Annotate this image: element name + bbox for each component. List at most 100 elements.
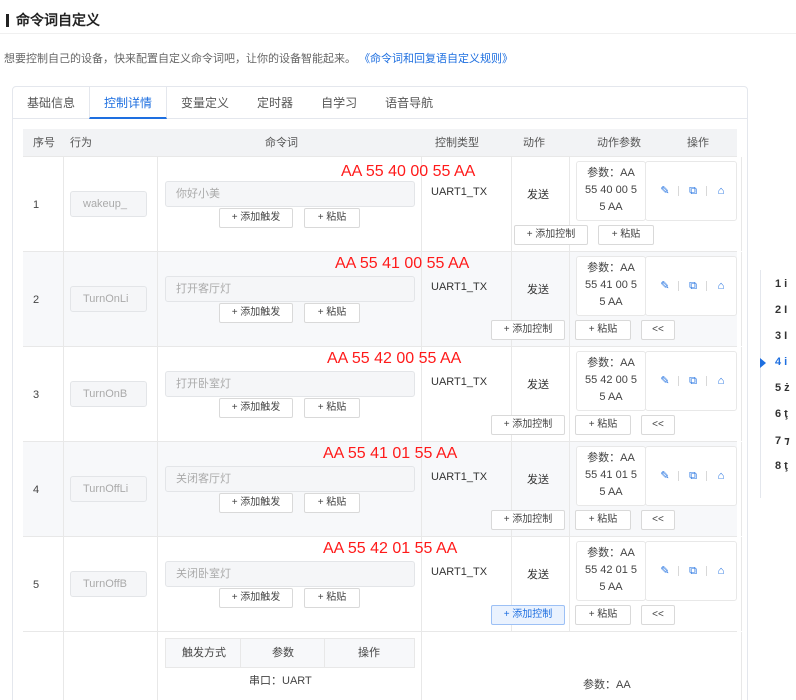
outline-item-1[interactable]: 1 i — [775, 278, 787, 290]
paste-trigger-button[interactable]: + 粘贴 — [304, 493, 360, 513]
behavior-field[interactable]: TurnOffLi — [70, 476, 147, 502]
delete-icon[interactable]: ⌂ — [714, 184, 728, 198]
behavior-field[interactable]: TurnOnLi — [70, 286, 147, 312]
param-line: 参数：AA — [587, 167, 635, 179]
content-card: 基础信息 控制详情 变量定义 定时器 自学习 语音导航 序号 行为 命令词 控制类型 动作… — [12, 86, 748, 700]
edit-icon[interactable]: ✎ — [658, 564, 672, 578]
column-divider — [741, 632, 742, 700]
param-line: 5 AA — [599, 296, 623, 308]
add-control-button[interactable]: + 添加控制 — [514, 225, 588, 245]
edit-icon[interactable]: ✎ — [658, 469, 672, 483]
tab-2[interactable]: 变量定义 — [167, 87, 243, 119]
add-trigger-button[interactable]: + 添加触发 — [219, 493, 293, 513]
icon-separator — [706, 186, 707, 196]
edit-icon[interactable]: ✎ — [658, 184, 672, 198]
paste-control-button[interactable]: + 粘贴 — [575, 605, 631, 625]
add-trigger-button[interactable]: + 添加触发 — [219, 588, 293, 608]
column-divider — [421, 632, 422, 700]
outline-item-6[interactable]: 6 ţ — [775, 408, 788, 420]
header-no: 序号 — [33, 137, 55, 149]
behavior-field[interactable]: TurnOnB — [70, 381, 147, 407]
top-bar — [0, 0, 796, 34]
column-divider — [741, 157, 742, 251]
behavior-field[interactable]: TurnOffB — [70, 571, 147, 597]
column-divider — [569, 537, 570, 631]
add-trigger-button[interactable]: + 添加触发 — [219, 398, 293, 418]
command-field[interactable]: 关闭卧室灯 — [165, 561, 415, 587]
operations-box: ✎ ⧉ ⌂ — [645, 256, 737, 316]
row-number: 5 — [33, 579, 40, 591]
tab-0[interactable]: 基础信息 — [13, 87, 89, 119]
add-trigger-button[interactable]: + 添加触发 — [219, 208, 293, 228]
outline-item-2[interactable]: 2 I — [775, 304, 787, 316]
add-control-button[interactable]: + 添加控制 — [491, 605, 565, 625]
command-field[interactable]: 打开卧室灯 — [165, 371, 415, 397]
outline-item-5[interactable]: 5 ż — [775, 382, 790, 394]
outline-item-3[interactable]: 3 I — [775, 330, 787, 342]
edit-icon[interactable]: ✎ — [658, 374, 672, 388]
param-line: 参数：AA — [587, 547, 635, 559]
outline-item-8[interactable]: 8 ţ — [775, 460, 788, 472]
collapse-button[interactable]: << — [641, 415, 675, 435]
copy-icon[interactable]: ⧉ — [686, 184, 700, 198]
tab-5[interactable]: 语音导航 — [371, 87, 447, 119]
copy-icon[interactable]: ⧉ — [686, 374, 700, 388]
collapse-button[interactable]: << — [641, 510, 675, 530]
delete-icon[interactable]: ⌂ — [714, 564, 728, 578]
rules-link[interactable]: 《命令词和回复语自定义规则》 — [359, 53, 513, 65]
add-control-button[interactable]: + 添加控制 — [491, 415, 565, 435]
copy-icon[interactable]: ⧉ — [686, 469, 700, 483]
delete-icon[interactable]: ⌂ — [714, 374, 728, 388]
paste-control-button[interactable]: + 粘贴 — [575, 415, 631, 435]
icon-separator — [678, 186, 679, 196]
column-divider — [569, 347, 570, 441]
paste-control-button[interactable]: + 粘贴 — [575, 320, 631, 340]
collapse-button[interactable]: << — [641, 320, 675, 340]
operations-box: ✎ ⧉ ⌂ — [645, 446, 737, 506]
outline-item-7[interactable]: 7 ⁊ — [775, 434, 790, 447]
icon-separator — [706, 281, 707, 291]
command-field[interactable]: 打开客厅灯 — [165, 276, 415, 302]
behavior-field[interactable]: wakeup_ — [70, 191, 147, 217]
active-indicator-icon — [760, 358, 766, 368]
paste-trigger-button[interactable]: + 粘贴 — [304, 398, 360, 418]
paste-control-button[interactable]: + 粘贴 — [575, 510, 631, 530]
collapse-button[interactable]: << — [641, 605, 675, 625]
partial-port: 串口：UART — [249, 675, 312, 687]
icon-separator — [678, 281, 679, 291]
action-type: 发送 — [527, 474, 549, 486]
header-act: 动作 — [523, 137, 545, 149]
hex-annotation: AA 55 40 00 55 AA — [341, 163, 476, 180]
operations-box: ✎ ⧉ ⌂ — [645, 351, 737, 411]
delete-icon[interactable]: ⌂ — [714, 279, 728, 293]
param-line: 55 42 01 5 — [585, 564, 637, 576]
column-divider — [63, 632, 64, 700]
command-field[interactable]: 你好小美 — [165, 181, 415, 207]
icon-separator — [706, 376, 707, 386]
paste-control-button[interactable]: + 粘贴 — [598, 225, 654, 245]
operations-box: ✎ ⧉ ⌂ — [645, 541, 737, 601]
tab-4[interactable]: 自学习 — [307, 87, 371, 119]
paste-trigger-button[interactable]: + 粘贴 — [304, 208, 360, 228]
action-type: 发送 — [527, 284, 549, 296]
control-type: UART1_TX — [431, 281, 488, 293]
column-divider — [240, 639, 241, 667]
column-divider — [741, 347, 742, 441]
column-divider — [157, 157, 158, 251]
copy-icon[interactable]: ⧉ — [686, 279, 700, 293]
add-control-button[interactable]: + 添加控制 — [491, 320, 565, 340]
column-divider — [741, 442, 742, 536]
paste-trigger-button[interactable]: + 粘贴 — [304, 303, 360, 323]
outline-item-4[interactable]: 4 i — [775, 356, 787, 368]
edit-icon[interactable]: ✎ — [658, 279, 672, 293]
row-number: 1 — [33, 199, 40, 211]
tab-3[interactable]: 定时器 — [243, 87, 307, 119]
command-field[interactable]: 关闭客厅灯 — [165, 466, 415, 492]
delete-icon[interactable]: ⌂ — [714, 469, 728, 483]
add-trigger-button[interactable]: + 添加触发 — [219, 303, 293, 323]
copy-icon[interactable]: ⧉ — [686, 564, 700, 578]
tab-1[interactable]: 控制详情 — [89, 87, 168, 119]
add-control-button[interactable]: + 添加控制 — [491, 510, 565, 530]
paste-trigger-button[interactable]: + 粘贴 — [304, 588, 360, 608]
title-marker — [6, 13, 9, 27]
